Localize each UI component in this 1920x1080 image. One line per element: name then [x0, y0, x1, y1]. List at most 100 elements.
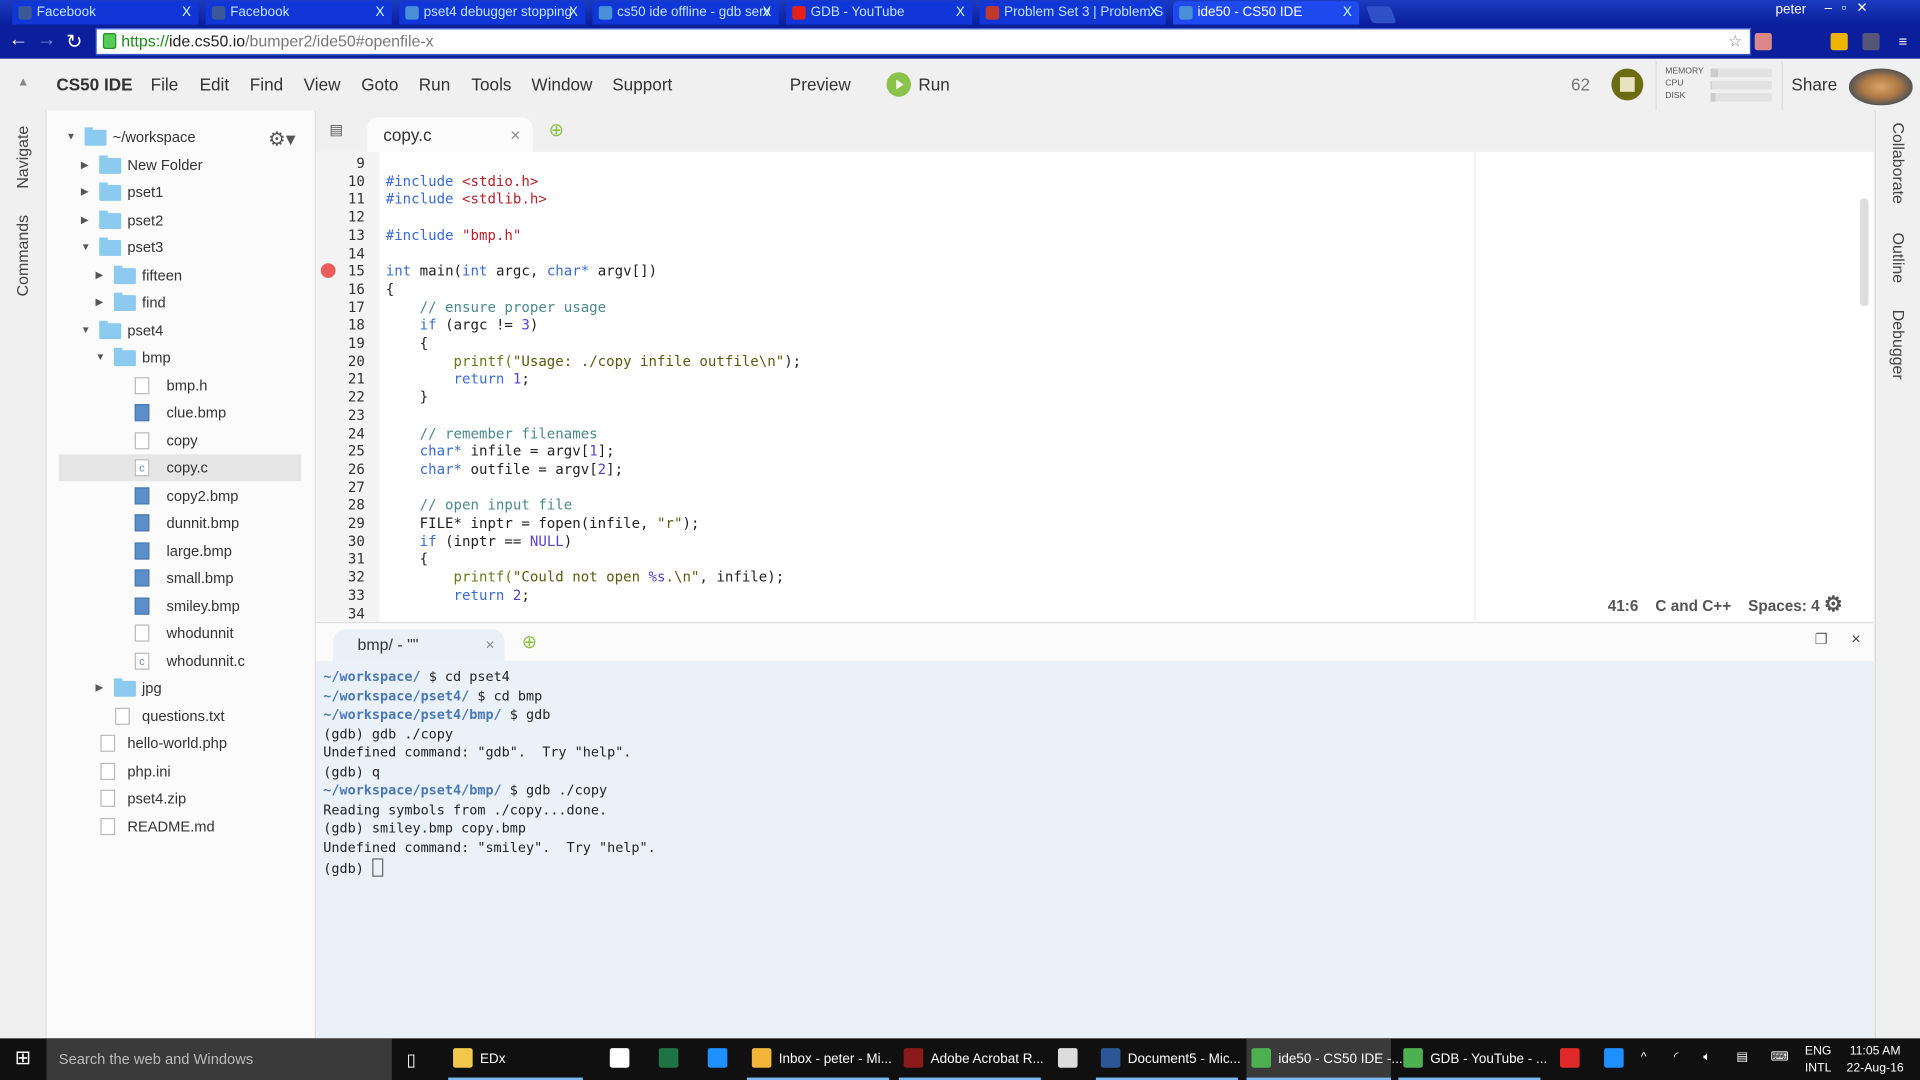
line-number[interactable]: 29 — [316, 514, 365, 531]
taskbar-item[interactable]: ide50 - CS50 IDE -... — [1246, 1038, 1403, 1080]
taskbar-item[interactable] — [1555, 1038, 1584, 1080]
taskbar-item[interactable] — [654, 1038, 683, 1080]
caret-right-icon[interactable]: ▶ — [81, 206, 89, 233]
line-number[interactable]: 9 — [316, 154, 364, 171]
tree-item[interactable]: ▶ New Folder — [59, 151, 301, 178]
line-number[interactable]: 31 — [316, 550, 365, 567]
line-number[interactable]: 33 — [316, 586, 365, 603]
taskbar-item[interactable]: Inbox - peter - Mi... — [746, 1038, 892, 1080]
gear-icon[interactable]: ⚙▾ — [268, 127, 295, 151]
back-icon[interactable]: ← — [9, 29, 29, 51]
tree-item[interactable]: large.bmp — [59, 537, 301, 564]
taskbar-item[interactable]: Document5 - Mic... — [1095, 1038, 1241, 1080]
brand[interactable]: CS50 IDE — [56, 75, 132, 95]
close-icon[interactable]: × — [485, 629, 494, 661]
line-number[interactable]: 28 — [316, 496, 365, 513]
tree-item[interactable]: hello-world.php — [59, 730, 301, 757]
tree-item[interactable]: smiley.bmp — [59, 592, 301, 619]
taskbar-item[interactable] — [1053, 1038, 1082, 1080]
tree-item[interactable]: ▼ ~/workspace — [59, 124, 301, 151]
code-line[interactable]: return 2; — [386, 586, 530, 603]
language-mode[interactable]: C and C++ — [1655, 598, 1731, 615]
avatar[interactable] — [1611, 68, 1644, 101]
tab-navigate[interactable]: Navigate — [13, 126, 31, 189]
line-number[interactable]: 10 — [316, 172, 365, 189]
caret-right-icon[interactable]: ▶ — [81, 151, 89, 178]
play-icon[interactable] — [886, 72, 912, 97]
add-tab-icon[interactable]: ⊕ — [522, 631, 537, 653]
extension-icon[interactable] — [1754, 33, 1772, 51]
close-tab-icon[interactable]: X — [1343, 1, 1352, 24]
browser-tab[interactable]: pset4 debugger stopping X — [399, 1, 586, 25]
browser-tab[interactable]: GDB - YouTube X — [786, 1, 973, 25]
code-line[interactable]: return 1; — [386, 370, 530, 387]
tree-item[interactable]: ▶ jpg — [59, 675, 301, 702]
browser-profile[interactable]: peter — [1776, 0, 1807, 20]
caret-down-icon[interactable]: ▼ — [81, 234, 91, 261]
line-number[interactable]: 13 — [316, 226, 365, 243]
browser-tab[interactable]: Facebook X — [12, 1, 199, 25]
close-tab-icon[interactable]: X — [375, 1, 384, 24]
tree-item[interactable]: README.md — [59, 812, 301, 839]
add-tab-icon[interactable]: ⊕ — [549, 119, 564, 141]
close-tab-icon[interactable]: X — [762, 1, 771, 24]
line-number[interactable]: 27 — [316, 478, 365, 495]
windows-start-icon[interactable]: ⊞ — [15, 1038, 31, 1080]
taskbar-search[interactable]: Search the web and Windows — [46, 1038, 392, 1080]
close-tab-icon[interactable]: X — [956, 1, 965, 24]
menu-goto[interactable]: Goto — [361, 75, 398, 95]
code-line[interactable]: #include "bmp.h" — [386, 226, 522, 243]
tree-item[interactable]: small.bmp — [59, 564, 301, 591]
browser-tab[interactable]: cs50 ide offline - gdb serv X — [592, 1, 779, 25]
tray-chevron-icon[interactable]: ^ — [1641, 1049, 1647, 1066]
code-line[interactable]: printf("Could not open %s.\n", infile); — [386, 568, 785, 585]
notifications-icon[interactable]: ▤ — [1736, 1049, 1748, 1066]
task-view-icon[interactable]: ▯ — [407, 1038, 416, 1080]
line-number[interactable]: 24 — [316, 424, 365, 441]
menu-run[interactable]: Run — [419, 75, 450, 95]
close-tab-icon[interactable]: X — [182, 1, 191, 24]
taskbar-item[interactable]: GDB - YouTube - ... — [1398, 1038, 1547, 1080]
caret-right-icon[interactable]: ▶ — [96, 289, 104, 316]
line-number[interactable]: 22 — [316, 388, 365, 405]
taskbar-item[interactable] — [605, 1038, 634, 1080]
browser-tab[interactable]: Facebook X — [205, 1, 392, 25]
code-line[interactable]: char* infile = argv[1]; — [386, 442, 615, 459]
forward-icon[interactable]: → — [37, 29, 57, 51]
keyboard-icon[interactable]: ⌨ — [1771, 1049, 1789, 1066]
caret-right-icon[interactable]: ▶ — [96, 675, 104, 702]
tree-item[interactable]: ▶ pset2 — [59, 206, 301, 233]
tree-item[interactable]: c copy.c — [58, 454, 302, 482]
code-line[interactable]: #include <stdlib.h> — [386, 190, 547, 207]
code-line[interactable]: #include <stdio.h> — [386, 172, 539, 189]
code-line[interactable]: if (inptr == NULL) — [386, 532, 573, 549]
address-bar[interactable]: https://ide.cs50.io/bumper2/ide50#openfi… — [95, 28, 1752, 56]
menu-support[interactable]: Support — [612, 75, 672, 95]
code-line[interactable]: { — [386, 334, 428, 351]
volume-icon[interactable]: 🔈︎ — [1703, 1049, 1710, 1066]
tab-terminal[interactable]: bmp/ - "" × — [333, 629, 505, 662]
line-number[interactable]: 18 — [316, 316, 365, 333]
code-line[interactable]: int main(int argc, char* argv[]) — [386, 262, 657, 279]
tree-item[interactable]: ▶ find — [59, 289, 301, 316]
taskbar-item[interactable]: EDx — [448, 1038, 583, 1080]
tree-item[interactable]: pset4.zip — [59, 785, 301, 812]
tree-item[interactable]: ▼ pset4 — [59, 317, 301, 344]
clock[interactable]: 11:05 AM 22-Aug-16 — [1847, 1043, 1904, 1077]
tree-item[interactable]: clue.bmp — [59, 399, 301, 426]
line-number[interactable]: 19 — [316, 334, 365, 351]
tab-collaborate[interactable]: Collaborate — [1889, 122, 1907, 203]
browser-tab[interactable]: Problem Set 3 | Problem SX — [979, 1, 1166, 25]
menu-find[interactable]: Find — [250, 75, 283, 95]
tree-item[interactable]: php.ini — [59, 757, 301, 784]
code-editor[interactable] — [315, 151, 1874, 624]
tree-item[interactable]: c whodunnit.c — [59, 647, 301, 674]
collapse-icon[interactable]: ▲ — [17, 76, 29, 89]
code-line[interactable]: // ensure proper usage — [386, 298, 607, 315]
code-line[interactable]: FILE* inptr = fopen(infile, "r"); — [386, 514, 700, 531]
gear-icon[interactable]: ⚙ — [1824, 593, 1843, 616]
menu-tools[interactable]: Tools — [471, 75, 511, 95]
tree-item[interactable]: ▶ pset1 — [59, 179, 301, 206]
tab-debugger[interactable]: Debugger — [1889, 310, 1907, 380]
line-number[interactable]: 25 — [316, 442, 365, 459]
